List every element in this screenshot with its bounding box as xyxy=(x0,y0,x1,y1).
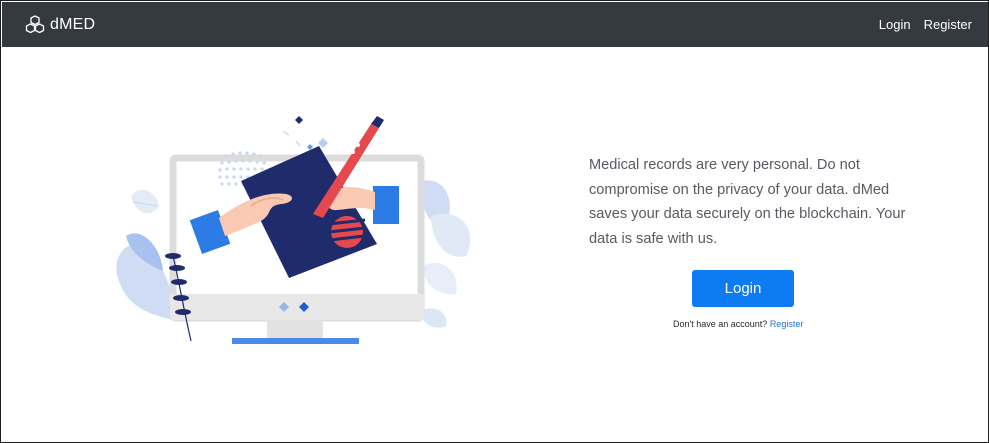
hero-content: Medical records are very personal. Do no… xyxy=(589,153,909,251)
no-account-text: Don't have an account? xyxy=(673,319,768,329)
nav-links: Login Register xyxy=(879,2,972,47)
tagline-text: Medical records are very personal. Do no… xyxy=(589,157,906,247)
app-window: dMED Login Register Medical records are … xyxy=(0,0,989,443)
brand-name: dMED xyxy=(50,15,96,33)
brand-link[interactable]: dMED xyxy=(24,2,95,47)
sparkle-decoration xyxy=(282,116,328,150)
navbar: dMED Login Register xyxy=(2,2,988,47)
hero-illustration xyxy=(101,106,481,351)
leaf-decoration-right xyxy=(420,180,471,328)
nav-register-link[interactable]: Register xyxy=(924,17,972,32)
register-link[interactable]: Register xyxy=(770,319,804,329)
register-prompt: Don't have an account? Register xyxy=(673,319,803,329)
cubes-icon xyxy=(24,14,46,36)
nav-login-link[interactable]: Login xyxy=(879,17,911,32)
login-button[interactable]: Login xyxy=(692,270,794,307)
